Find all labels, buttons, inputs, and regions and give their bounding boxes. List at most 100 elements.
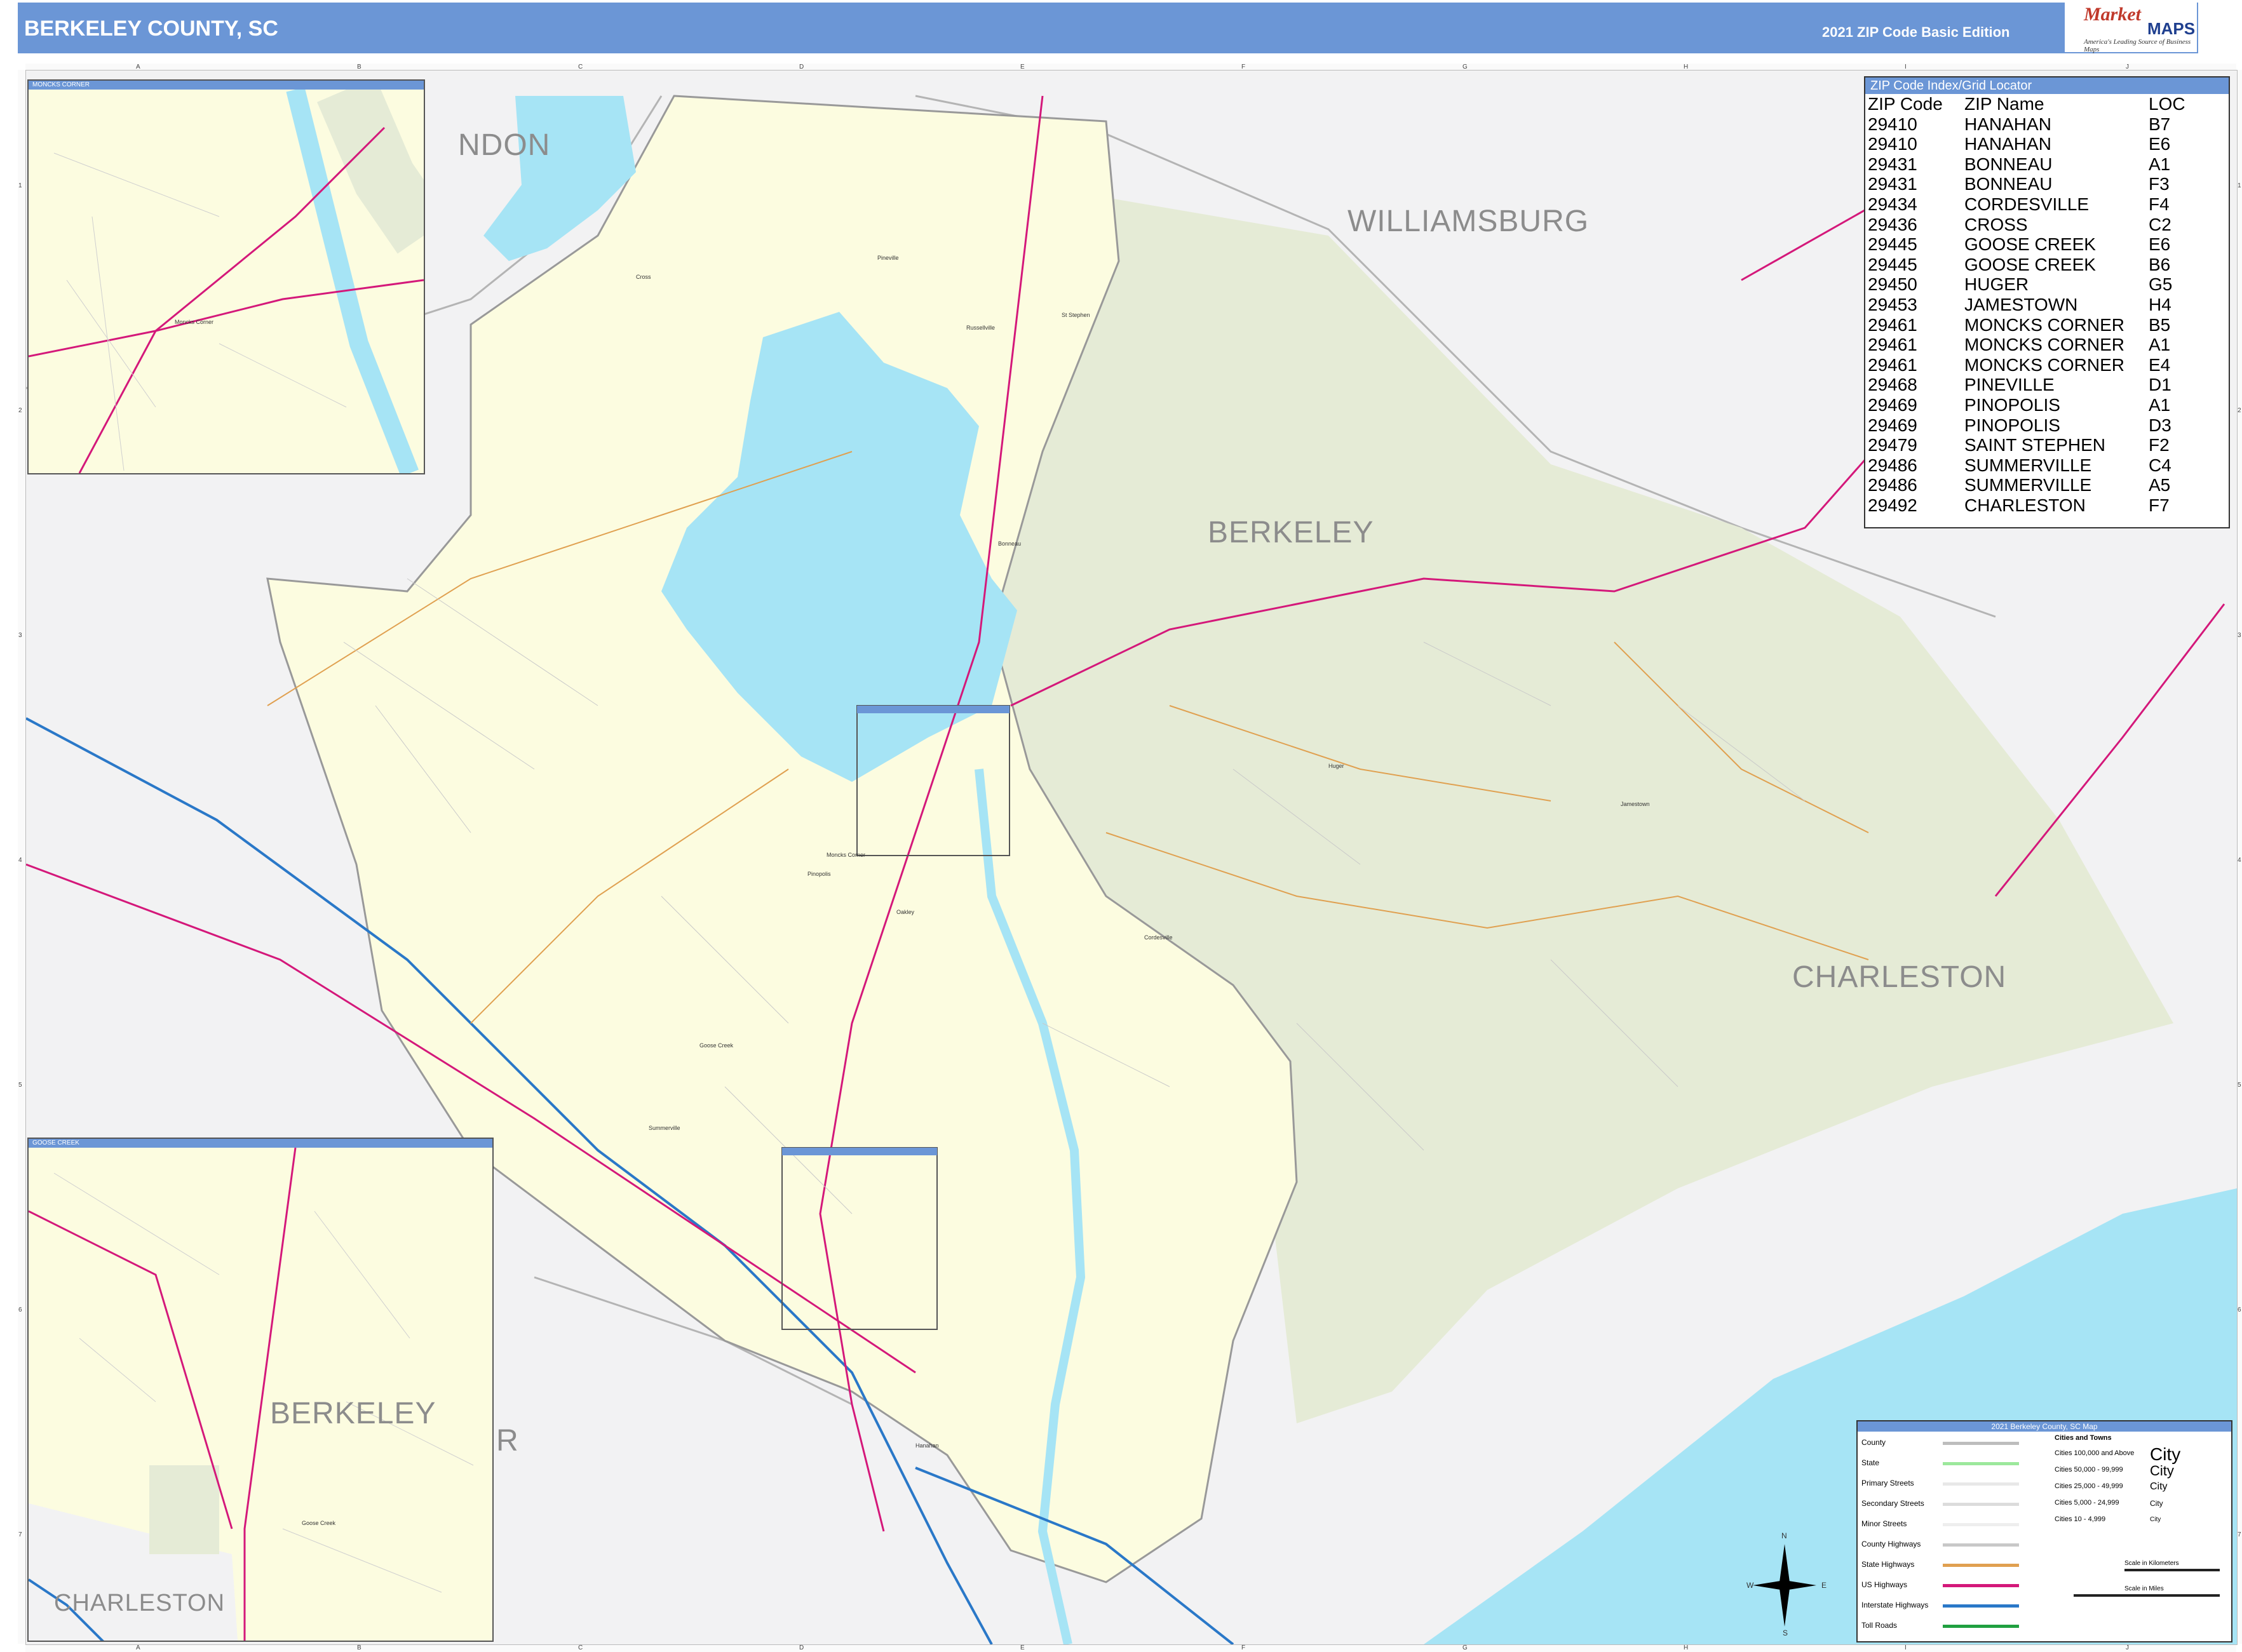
zip-cell-zip: 29445 — [1868, 234, 1917, 255]
zip-cell-name: CROSS — [1964, 214, 2028, 234]
town-label: Jamestown — [1621, 801, 1650, 807]
zip-cell-loc: D3 — [2149, 415, 2171, 435]
zip-cell-name: HUGER — [1964, 274, 2029, 295]
grid-tick-label: A — [136, 1644, 140, 1651]
zip-cell-name: BONNEAU — [1964, 154, 2053, 174]
zip-code-index: ZIP Code Index/Grid Locator ZIP Code ZIP… — [1864, 76, 2230, 528]
zip-row: 29445 GOOSE CREEK B6 — [1868, 255, 2185, 275]
zip-index-table: ZIP Code ZIP Name LOC 29410 HANAHAN B7 2941… — [1868, 94, 2185, 515]
town-label: Huger — [1328, 763, 1344, 769]
zip-cell-loc: A1 — [2149, 335, 2171, 355]
zip-cell-name: PINEVILLE — [1964, 375, 2055, 395]
town-label: Moncks Corner — [827, 852, 866, 858]
zip-row: 29431 BONNEAU A1 — [1868, 154, 2185, 175]
zip-row: 29410 HANAHAN E6 — [1868, 134, 2185, 154]
town-label: Pineville — [877, 255, 899, 261]
zip-index-title: ZIP Code Index/Grid Locator — [1865, 77, 2229, 94]
town-label: Pinopolis — [807, 871, 831, 877]
zip-cell-loc: G5 — [2149, 274, 2173, 295]
zip-cell-name: GOOSE CREEK — [1964, 254, 2096, 274]
charleston-label: CHARLESTON — [1792, 960, 2007, 994]
zip-cell-loc: B7 — [2149, 114, 2171, 134]
map-header: BERKELEY COUNTY, SC 2021 ZIP Code Basic … — [18, 3, 2234, 53]
zip-row: 29469 PINOPOLIS D3 — [1868, 415, 2185, 436]
grid-tick-label: 1 — [18, 182, 22, 189]
zip-cell-zip: 29436 — [1868, 214, 1917, 234]
grid-tick-label: 6 — [2238, 1306, 2241, 1313]
dorchester-partial-label: R — [496, 1424, 519, 1458]
zip-row: 29445 GOOSE CREEK E6 — [1868, 234, 2185, 255]
grid-tick-label: J — [2126, 1644, 2129, 1651]
edition-label: 2021 ZIP Code Basic Edition — [1822, 24, 2010, 40]
goose-creek-inset[interactable]: GOOSE CREEK BERKELEY CHARLESTON Goose Cr… — [27, 1138, 494, 1642]
legend-city-range: Cities 5,000 - 24,999 — [2055, 1499, 2119, 1507]
zip-cell-loc: B6 — [2149, 254, 2171, 274]
zip-cell-loc: A1 — [2149, 154, 2171, 174]
zip-cell-name: PINOPOLIS — [1964, 415, 2060, 435]
zip-cell-name: JAMESTOWN — [1964, 294, 2078, 314]
compass-w: W — [1746, 1581, 1754, 1590]
legend-swatch — [1943, 1503, 2019, 1506]
zip-cell-loc: E6 — [2149, 234, 2171, 255]
grid-tick-label: D — [799, 1644, 804, 1651]
grid-tick-label: 5 — [18, 1082, 22, 1089]
zip-cell-name: CORDESVILLE — [1964, 194, 2090, 214]
zip-row: 29469 PINOPOLIS A1 — [1868, 395, 2185, 415]
zip-row: 29492 CHARLESTON F7 — [1868, 495, 2185, 516]
grid-tick-label: 5 — [2238, 1082, 2241, 1089]
zip-row: 29436 CROSS C2 — [1868, 215, 2185, 235]
compass-s: S — [1783, 1628, 1788, 1637]
zip-cell-name: MONCKS CORNER — [1964, 354, 2125, 375]
moncks-corner-inset[interactable]: MONCKS CORNER Moncks Corner — [27, 79, 425, 474]
zip-cell-loc: E6 — [2149, 134, 2171, 154]
goose-creek-box-title — [782, 1148, 937, 1155]
map-legend: 2021 Berkeley County, SC Map County State… — [1856, 1420, 2232, 1642]
scale-km-label: Scale in Kilometers — [2124, 1560, 2179, 1567]
zip-cell-zip: 29450 — [1868, 274, 1917, 295]
goose-inset-town: Goose Creek — [302, 1520, 336, 1526]
zip-cell-loc: H4 — [2149, 294, 2171, 314]
zip-cell-name: PINOPOLIS — [1964, 394, 2060, 415]
grid-tick-label: F — [1241, 1644, 1246, 1651]
zip-col-header: ZIP Code — [1868, 94, 1943, 114]
orangeburg-partial-label: NDON — [458, 128, 551, 162]
grid-tick-label: 6 — [18, 1306, 22, 1313]
legend-city-range: Cities 100,000 and Above — [2055, 1449, 2135, 1457]
moncks-corner-inset-title: MONCKS CORNER — [29, 81, 424, 90]
legend-city-sample: City — [2150, 1498, 2163, 1508]
zip-cell-zip: 29431 — [1868, 174, 1917, 194]
zip-cell-zip: 29486 — [1868, 475, 1917, 495]
williamsburg-label: WILLIAMSBURG — [1347, 205, 1590, 238]
legend-item-label: Secondary Streets — [1861, 1499, 1924, 1508]
town-label: St Stephen — [1062, 312, 1090, 318]
legend-city-sample: City — [2150, 1481, 2168, 1492]
zip-cell-loc: E4 — [2149, 354, 2171, 375]
zip-cell-zip: 29410 — [1868, 134, 1917, 154]
zip-cell-loc: F2 — [2149, 435, 2170, 455]
zip-row: 29461 MONCKS CORNER E4 — [1868, 355, 2185, 375]
legend-item-label: Interstate Highways — [1861, 1601, 1929, 1609]
logo-contact-block — [2198, 3, 2234, 53]
legend-city-range: Cities 10 - 4,999 — [2055, 1515, 2106, 1523]
zip-cell-zip: 29431 — [1868, 154, 1917, 174]
legend-item-label: County Highways — [1861, 1540, 1921, 1548]
grid-tick-label: 1 — [2238, 182, 2241, 189]
zip-cell-zip: 29410 — [1868, 114, 1917, 134]
zip-cell-loc: C4 — [2149, 455, 2171, 475]
zip-cell-zip: 29461 — [1868, 314, 1917, 335]
zip-cell-name: SUMMERVILLE — [1964, 455, 2092, 475]
grid-tick-label: 3 — [18, 632, 22, 639]
zip-row: 29461 MONCKS CORNER B5 — [1868, 315, 2185, 335]
legend-swatch — [1943, 1442, 2019, 1445]
town-label: Russellville — [966, 325, 996, 331]
loc-col-header: LOC — [2149, 94, 2185, 114]
zip-row: 29479 SAINT STEPHEN F2 — [1868, 435, 2185, 455]
legend-swatch — [1943, 1543, 2019, 1547]
town-label: Oakley — [896, 909, 915, 915]
grid-tick-label: C — [578, 1644, 583, 1651]
scale-mi-bar — [2074, 1594, 2220, 1597]
zip-cell-name: MONCKS CORNER — [1964, 314, 2125, 335]
goose-creek-inset-title: GOOSE CREEK — [29, 1139, 492, 1148]
legend-city-range: Cities 25,000 - 49,999 — [2055, 1482, 2123, 1490]
grid-tick-label: 2 — [18, 407, 22, 414]
